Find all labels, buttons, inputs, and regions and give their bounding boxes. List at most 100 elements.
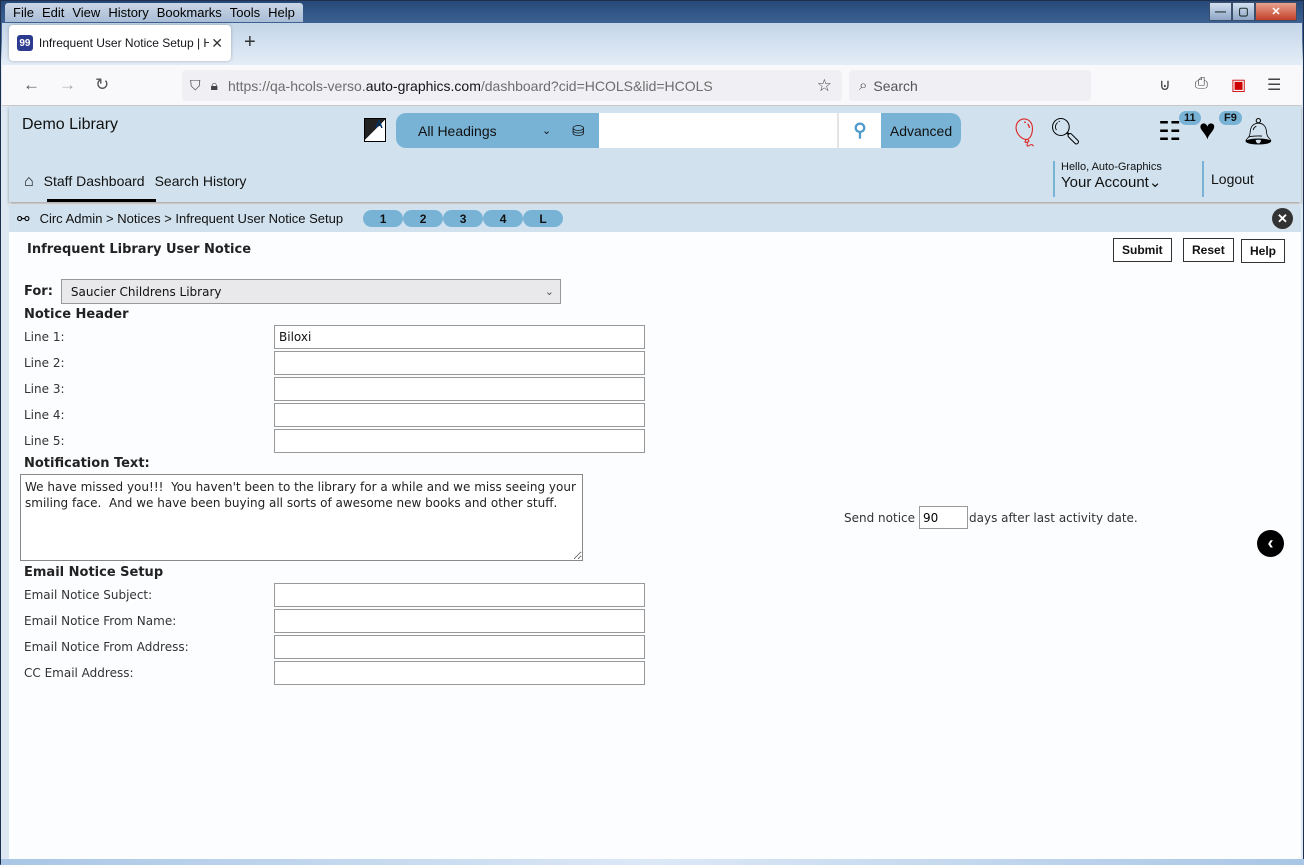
quick-tab-4[interactable]: 4	[483, 210, 524, 227]
menu-bar: File Edit View History Bookmarks Tools H…	[5, 3, 303, 22]
film-search-icon[interactable]: 🔍︎	[1049, 116, 1082, 147]
menu-history[interactable]: History	[104, 3, 152, 22]
new-tab-icon[interactable]: +	[244, 31, 256, 54]
home-icon[interactable]: ⌂	[24, 173, 34, 191]
tab-close-icon[interactable]: ✕	[211, 35, 223, 52]
hamburger-menu-icon[interactable]: ☰	[1267, 75, 1281, 95]
header-line-label: Line 1:	[24, 330, 65, 344]
submit-button[interactable]: Submit	[1113, 238, 1172, 262]
heart-favorites-icon[interactable]: ♥	[1199, 114, 1216, 146]
menu-view[interactable]: View	[68, 3, 104, 22]
header-line-row: Line 4:	[24, 402, 844, 428]
send-notice-row: Send notice days after last activity dat…	[844, 506, 1138, 529]
nav-staff-dashboard[interactable]: Staff Dashboard	[44, 173, 145, 191]
menu-tools[interactable]: Tools	[226, 3, 264, 22]
menu-help[interactable]: Help	[264, 3, 299, 22]
send-notice-suffix: days after last activity date.	[969, 510, 1138, 525]
header-line-label: Line 3:	[24, 382, 65, 396]
search-input[interactable]	[599, 113, 837, 148]
search-scope-select[interactable]: All Headings ⌄ ⛁	[396, 113, 599, 148]
header-line-label: Line 4:	[24, 408, 65, 422]
chevron-down-icon: ⌄	[544, 285, 554, 298]
active-nav-indicator	[47, 199, 156, 202]
email-field-row: Email Notice From Address:	[24, 634, 844, 660]
search-icon: ⌕	[859, 77, 868, 94]
hot-air-balloon-icon[interactable]: 🎈︎	[1007, 116, 1043, 149]
language-translate-icon[interactable]: A	[364, 118, 386, 142]
print-icon[interactable]: ⎙	[1195, 75, 1208, 93]
database-icon[interactable]: ⛁	[572, 122, 585, 140]
help-button[interactable]: Help	[1241, 239, 1286, 263]
library-select[interactable]: Saucier Childrens Library ⌄	[60, 279, 561, 304]
reload-icon[interactable]: ↻	[95, 75, 109, 95]
forward-icon[interactable]: →	[59, 75, 76, 95]
quick-tab-3[interactable]: 3	[443, 210, 484, 227]
close-panel-icon[interactable]: ✕	[1272, 208, 1293, 229]
send-notice-days-input[interactable]	[919, 506, 969, 529]
quick-tabs: 1 2 3 4 L	[363, 210, 564, 227]
email-notice-setup-title: Email Notice Setup	[24, 565, 164, 580]
window-bottom-border	[1, 859, 1304, 865]
account-menu[interactable]: Hello, Auto-Graphics Your Account⌄	[1053, 161, 1162, 197]
chevron-left-icon[interactable]: ‹	[1257, 530, 1284, 557]
email-field-row: CC Email Address:	[24, 660, 844, 686]
notification-text-title: Notification Text:	[24, 456, 150, 471]
extension-icon[interactable]: ▣	[1231, 75, 1246, 95]
bookmark-star-icon[interactable]: ☆	[817, 76, 832, 96]
your-account-label: Your Account	[1061, 174, 1149, 191]
minimize-button[interactable]: —	[1209, 2, 1232, 21]
menu-bookmarks[interactable]: Bookmarks	[153, 3, 226, 22]
header-line-2-input[interactable]	[274, 351, 645, 375]
app-header: Demo Library A All Headings ⌄ ⛁ ⚲ Advanc…	[9, 106, 1301, 202]
breadcrumb-bar: ⚯ Circ Admin > Notices > Infrequent User…	[9, 205, 1301, 232]
tab-title: Infrequent User Notice Setup | H	[38, 36, 210, 50]
send-notice-label: Send notice	[844, 510, 916, 525]
window-close-button[interactable]: ✕	[1255, 2, 1297, 21]
back-icon[interactable]: ←	[23, 75, 40, 95]
list-icon[interactable]: ☷	[1158, 116, 1181, 147]
url-bar[interactable]: ⛉ 🔒︎ https://qa-hcols-verso.auto-graphic…	[182, 70, 842, 101]
search-icon: ⚲	[853, 120, 867, 140]
header-line-4-input[interactable]	[274, 403, 645, 427]
logout-link[interactable]: Logout	[1202, 161, 1254, 197]
tab-strip: 99 Infrequent User Notice Setup | H ✕ +	[2, 23, 1302, 65]
nav-search-history[interactable]: Search History	[155, 173, 247, 191]
header-line-5-input[interactable]	[274, 429, 645, 453]
email-field-label: Email Notice From Address:	[24, 640, 189, 654]
quick-tab-l[interactable]: L	[523, 210, 564, 227]
notification-text-area[interactable]: We have missed you!!! You haven't been t…	[20, 474, 583, 561]
reset-button[interactable]: Reset	[1183, 238, 1234, 262]
notification-bell-icon[interactable]: 🔔︎	[1242, 116, 1275, 147]
header-line-row: Line 3:	[24, 376, 844, 402]
pocket-icon[interactable]: ⊍	[1159, 75, 1171, 95]
search-button[interactable]: ⚲	[837, 113, 881, 148]
quick-tab-1[interactable]: 1	[363, 210, 404, 227]
email-field-label: Email Notice From Name:	[24, 614, 177, 628]
maximize-button[interactable]: ▢	[1232, 2, 1255, 21]
menu-file[interactable]: File	[9, 3, 38, 22]
link-chain-icon: ⚯	[17, 210, 30, 228]
navigation-bar: ← → ↻ ⛉ 🔒︎ https://qa-hcols-verso.auto-g…	[2, 65, 1302, 106]
email-field-label: CC Email Address:	[24, 666, 134, 680]
header-line-row: Line 2:	[24, 350, 844, 376]
menu-edit[interactable]: Edit	[38, 3, 68, 22]
search-scope-value: All Headings	[418, 122, 497, 139]
quick-tab-2[interactable]: 2	[403, 210, 444, 227]
cc-email-address-input[interactable]	[274, 661, 645, 685]
header-line-label: Line 2:	[24, 356, 65, 370]
app-content: Demo Library A All Headings ⌄ ⛁ ⚲ Advanc…	[9, 106, 1301, 860]
header-line-1-input[interactable]	[274, 325, 645, 349]
advanced-search-button[interactable]: Advanced	[881, 113, 961, 148]
email-from-address-input[interactable]	[274, 635, 645, 659]
list-count-badge: 11	[1179, 111, 1201, 125]
browser-window: File Edit View History Bookmarks Tools H…	[0, 0, 1304, 865]
library-name: Demo Library	[22, 116, 119, 133]
url-text: https://qa-hcols-verso.auto-graphics.com…	[227, 77, 713, 94]
email-from-name-input[interactable]	[274, 609, 645, 633]
browser-tab[interactable]: 99 Infrequent User Notice Setup | H ✕	[9, 25, 231, 61]
browser-search-placeholder: Search	[873, 77, 918, 94]
window-controls: — ▢ ✕	[1209, 2, 1297, 21]
header-line-3-input[interactable]	[274, 377, 645, 401]
email-subject-input[interactable]	[274, 583, 645, 607]
browser-search-box[interactable]: ⌕ Search	[849, 70, 1091, 101]
